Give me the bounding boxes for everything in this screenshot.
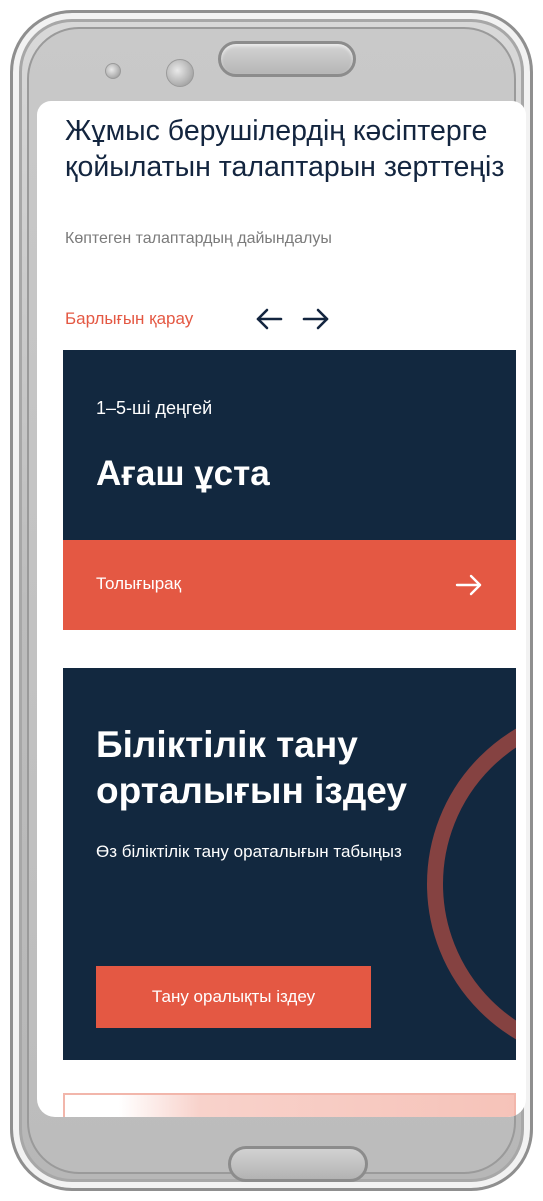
recognition-center-description: Өз біліктілік тану ораталығын табыңыз xyxy=(96,842,402,861)
camera-icon xyxy=(166,59,194,87)
app-screen: Жұмыс берушілердің кәсіптерге қойылатын … xyxy=(37,101,526,1117)
arrow-right-icon xyxy=(302,308,329,330)
profession-title: Ағаш ұста xyxy=(96,454,270,493)
level-label: 1–5-ші деңгей xyxy=(96,398,213,418)
carousel-prev-button[interactable] xyxy=(254,304,284,334)
more-details-label: Толығырақ xyxy=(96,574,182,593)
recognition-center-card: Біліктілік тану орталығын іздеу Өз білік… xyxy=(63,668,516,1060)
arrow-right-icon xyxy=(455,574,482,596)
recognition-center-title: Біліктілік тану орталығын іздеу xyxy=(96,724,407,811)
next-card-preview xyxy=(63,1093,516,1117)
carousel-next-button[interactable] xyxy=(301,304,331,334)
more-details-button[interactable]: Толығырақ xyxy=(63,540,516,630)
arrow-left-icon xyxy=(256,308,283,330)
profession-card[interactable]: 1–5-ші деңгей Ағаш ұста xyxy=(63,350,516,540)
see-all-link[interactable]: Барлығын қарау xyxy=(65,307,193,331)
earpiece-speaker xyxy=(218,41,356,77)
search-center-button[interactable]: Тану оралықты іздеу xyxy=(96,966,371,1028)
page-subtext: Көптеген талаптардың дайындалуы xyxy=(65,230,332,247)
sensor-icon xyxy=(105,63,121,79)
home-button[interactable] xyxy=(228,1146,368,1182)
page-headline: Жұмыс берушілердің кәсіптерге қойылатын … xyxy=(65,115,505,183)
